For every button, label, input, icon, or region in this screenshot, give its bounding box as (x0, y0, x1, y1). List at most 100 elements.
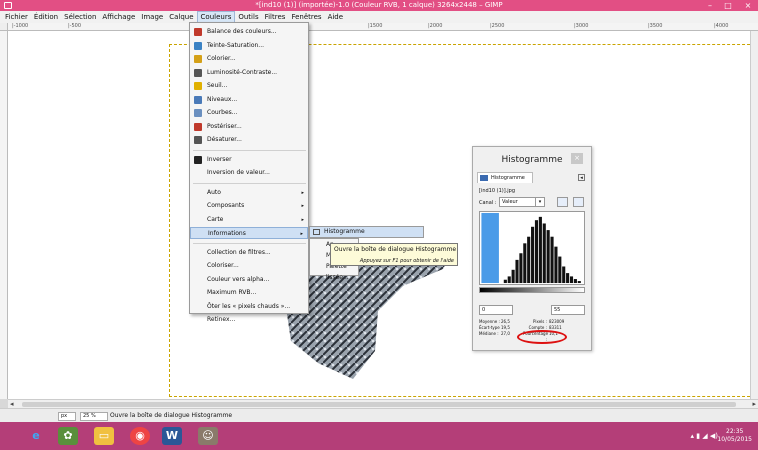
menu-edition[interactable]: Édition (31, 11, 61, 23)
menu-item[interactable]: Désaturer... (190, 134, 308, 146)
chrome-icon[interactable]: ◉ (130, 427, 150, 445)
ruler-tick: |-1000 (12, 23, 29, 29)
histogram-bar (566, 273, 570, 284)
histogram-bar (562, 266, 566, 284)
menu-item[interactable]: Composants ▸ (190, 200, 308, 212)
menu-affichage[interactable]: Affichage (99, 11, 138, 23)
menu-fichier[interactable]: Fichier (2, 11, 31, 23)
histogram-chart[interactable] (479, 211, 585, 285)
histogram-bar (550, 236, 554, 284)
menu-separator (193, 182, 306, 184)
linear-histogram-button[interactable] (557, 197, 568, 207)
menu-item-label: Luminosité-Contraste... (207, 68, 278, 76)
menu-item-icon (194, 109, 202, 117)
menu-selection[interactable]: Sélection (61, 11, 99, 23)
histogram-icon (313, 229, 320, 235)
menu-item-label: Teinte-Saturation... (207, 41, 265, 49)
histogram-bar (527, 236, 531, 284)
tooltip: Ouvre la boîte de dialogue Histogramme A… (330, 243, 458, 266)
menu-item[interactable]: Inversion de valeur... (190, 167, 308, 179)
vertical-scrollbar[interactable] (750, 31, 758, 399)
histogram-tab-icon (480, 175, 488, 181)
maximize-button[interactable]: □ (720, 0, 736, 11)
menu-item-label: Inverser (207, 155, 232, 163)
histogram-close-button[interactable]: × (571, 153, 583, 164)
ruler-tick: |3500 (648, 23, 663, 29)
menu-item[interactable]: Inverser (190, 154, 308, 166)
menu-item-label: Postériser... (207, 122, 242, 130)
menu-aide[interactable]: Aide (325, 11, 346, 23)
menu-item[interactable]: Ôter les « pixels chauds »... (190, 301, 308, 313)
menu-item[interactable]: Postériser... (190, 121, 308, 133)
menu-item[interactable]: Retinex... (190, 314, 308, 326)
tab-menu-icon[interactable]: ◂ (578, 174, 585, 181)
submenu-arrow-icon: ▸ (301, 216, 304, 223)
menu-item[interactable]: Maximum RVB... (190, 287, 308, 299)
canal-label: Canal : (479, 200, 497, 206)
ruler-corner[interactable] (0, 23, 8, 31)
menu-separator (193, 242, 306, 244)
menu-item[interactable]: Seuil... (190, 80, 308, 92)
menu-item-label: Retinex... (207, 316, 236, 323)
menu-item-label: Colorier... (207, 55, 236, 62)
menu-image[interactable]: Image (138, 11, 166, 23)
menu-item-icon (194, 55, 202, 63)
menu-item-icon (194, 155, 202, 164)
image-canvas[interactable] (8, 31, 755, 399)
explorer-icon[interactable]: ▭ (94, 427, 114, 445)
scroll-thumb[interactable] (22, 402, 736, 407)
menu-item[interactable]: Teinte-Saturation... (190, 40, 308, 52)
clock[interactable]: 22:35 10/05/2015 (717, 428, 752, 444)
histogram-bar (507, 276, 511, 284)
system-tray[interactable]: ▴ ▮ ◢ ◀) (690, 432, 718, 440)
menu-item-label: Auto (207, 188, 221, 196)
histogram-bar (503, 279, 507, 284)
gimp-icon[interactable]: ✿ (58, 427, 78, 445)
zoom-select[interactable]: 25 % (80, 412, 108, 421)
menu-item[interactable]: Informations ▸ (190, 227, 308, 239)
menu-item[interactable]: Couleur vers alpha... (190, 274, 308, 286)
histogram-bar (511, 269, 515, 284)
menu-item[interactable]: Balance des couleurs... (190, 26, 308, 38)
menu-item-label: Informations (208, 230, 246, 237)
gimp-window-icon[interactable]: ☺ (198, 427, 218, 445)
menu-item-icon (194, 28, 202, 36)
unit-select[interactable]: px (58, 412, 76, 421)
range-min-input[interactable]: 0 (479, 305, 513, 315)
close-button[interactable]: × (740, 0, 756, 11)
range-max-input[interactable]: 55 (551, 305, 585, 315)
window-title: *[ind10 (1)] (importée)-1.0 (Couleur RVB… (255, 1, 503, 9)
menu-item-label: Couleur vers alpha... (207, 275, 270, 283)
histogram-bar (546, 230, 550, 284)
histogram-bar (573, 279, 577, 284)
menu-item-label: Courbes... (207, 109, 238, 116)
chevron-down-icon: ▾ (535, 198, 544, 206)
taskbar: e ✿ ▭ ◉ W ☺ ▴ ▮ ◢ ◀) 22:35 10/05/2015 (0, 422, 758, 450)
menu-item[interactable]: Luminosité-Contraste... (190, 67, 308, 79)
menu-item[interactable]: Niveaux... (190, 94, 308, 106)
menu-item[interactable]: Colorier... (190, 53, 308, 65)
histogram-bar (538, 216, 542, 284)
word-icon[interactable]: W (162, 427, 182, 445)
menu-item[interactable]: Carte ▸ (190, 214, 308, 226)
menu-item[interactable]: Auto ▸ (190, 187, 308, 199)
menu-item[interactable]: Coloriser... (190, 260, 308, 272)
menu-item[interactable]: Courbes... (190, 107, 308, 119)
horizontal-scrollbar[interactable]: ◂ ▸ (8, 399, 758, 408)
histogram-dialog: Histogramme × Histogramme ◂ [ind10 (1)].… (472, 146, 592, 351)
log-histogram-button[interactable] (573, 197, 584, 207)
histogram-tab-label: Histogramme (491, 175, 525, 181)
histogram-tab[interactable]: Histogramme (477, 172, 533, 183)
menu-item-label: Ôter les « pixels chauds »... (207, 302, 291, 310)
selected-range (481, 212, 499, 284)
menu-item[interactable]: Collection de filtres... (190, 247, 308, 259)
status-message: Ouvre la boîte de dialogue Histogramme (110, 412, 233, 419)
ie-icon[interactable]: e (26, 427, 46, 445)
histogram-bar (558, 256, 562, 284)
menu-item-icon (194, 136, 202, 144)
ruler-tick: |3000 (574, 23, 589, 29)
minimize-button[interactable]: – (702, 0, 718, 11)
menu-item-icon (194, 122, 202, 131)
menu-item-histogramme[interactable]: Histogramme (310, 227, 423, 237)
canal-select[interactable]: Valeur ▾ (499, 197, 545, 207)
